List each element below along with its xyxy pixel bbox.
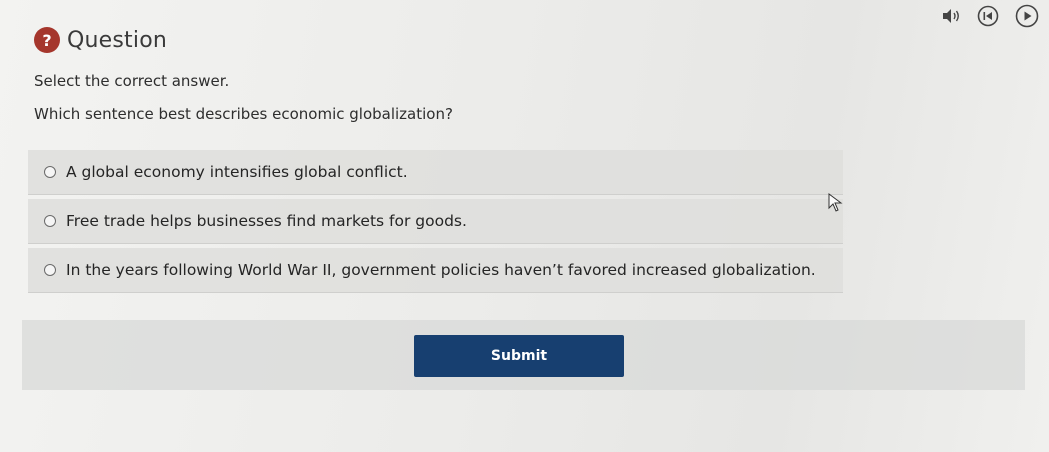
- play-icon[interactable]: [1015, 4, 1039, 28]
- instruction-text: Select the correct answer.: [34, 72, 230, 90]
- question-header: ? Question: [34, 27, 167, 53]
- answer-option-label: A global economy intensifies global conf…: [66, 163, 408, 181]
- mouse-pointer-icon: [828, 193, 844, 217]
- answer-option-label: Free trade helps businesses find markets…: [66, 212, 467, 230]
- answer-option-3[interactable]: In the years following World War II, gov…: [28, 248, 843, 293]
- restart-icon[interactable]: [977, 5, 999, 27]
- answer-options: A global economy intensifies global conf…: [28, 150, 843, 297]
- answer-option-label: In the years following World War II, gov…: [66, 261, 816, 279]
- question-prompt: Which sentence best describes economic g…: [34, 105, 453, 123]
- question-mark-icon: ?: [34, 27, 60, 53]
- submit-button[interactable]: Submit: [414, 335, 624, 377]
- question-title: Question: [67, 27, 167, 53]
- radio-button-icon[interactable]: [44, 215, 56, 227]
- answer-option-2[interactable]: Free trade helps businesses find markets…: [28, 199, 843, 244]
- radio-button-icon[interactable]: [44, 264, 56, 276]
- speaker-icon[interactable]: [941, 8, 961, 24]
- answer-option-1[interactable]: A global economy intensifies global conf…: [28, 150, 843, 195]
- media-controls: [941, 4, 1039, 28]
- radio-button-icon[interactable]: [44, 166, 56, 178]
